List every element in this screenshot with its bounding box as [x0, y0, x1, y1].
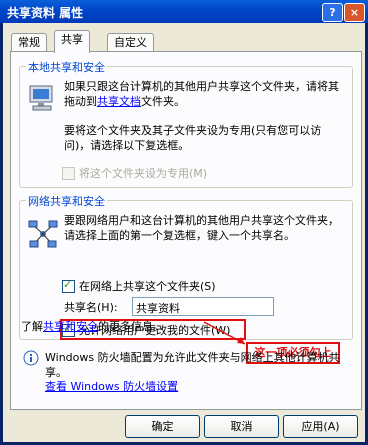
- info-icon: [23, 350, 39, 366]
- private-folder-checkbox[interactable]: [62, 166, 75, 180]
- properties-window: 共享资料 属性 ? × 常规 共享 自定义 本地共享和安全 如果只跟这台计算机的…: [0, 0, 368, 445]
- cancel-button[interactable]: 取消: [204, 415, 279, 438]
- learn-more-prefix: 了解: [21, 320, 43, 333]
- private-folder-option: 将这个文件夹设为专用(M): [62, 165, 207, 181]
- apply-button[interactable]: 应用(A): [283, 415, 358, 438]
- sharing-security-link[interactable]: 共享和安全: [43, 320, 98, 333]
- shared-documents-link[interactable]: 共享文档: [97, 95, 141, 108]
- local-group-title: 本地共享和安全: [26, 59, 107, 75]
- network-info-text: 要跟网络用户和这台计算机的其他用户共享这个文件夹，请选择上面的第一个复选框，键入…: [64, 214, 339, 242]
- title-bar[interactable]: 共享资料 属性 ? ×: [0, 0, 368, 23]
- local-info-end: 文件夹。: [141, 95, 185, 108]
- local-info-text: 如果只跟这台计算机的其他用户共享这个文件夹，请将其拖动到共享文档文件夹。: [64, 79, 346, 109]
- firewall-settings-link[interactable]: 查看 Windows 防火墙设置: [45, 378, 178, 394]
- dialog-client: 常规 共享 自定义 本地共享和安全 如果只跟这台计算机的其他用户共享这个文件夹，…: [3, 23, 365, 442]
- computer-icon: [29, 85, 53, 111]
- share-name-value: 共享资料: [136, 302, 180, 315]
- private-folder-label: 将这个文件夹设为专用(M): [79, 167, 208, 180]
- tab-customize[interactable]: 自定义: [107, 33, 154, 52]
- share-on-network-label: 在网络上共享这个文件夹(S): [79, 280, 216, 293]
- share-name-input[interactable]: 共享资料: [132, 297, 274, 316]
- private-info-text: 要将这个文件夹及其子文件夹设为专用(只有您可以访问)，请选择以下复选框。: [64, 124, 322, 152]
- tab-sharing[interactable]: 共享: [54, 30, 90, 53]
- network-group-title: 网络共享和安全: [26, 193, 107, 209]
- local-sharing-group: 本地共享和安全 如果只跟这台计算机的其他用户共享这个文件夹，请将其拖动到共享文档…: [19, 59, 353, 188]
- window-title: 共享资料 属性: [7, 6, 84, 20]
- annotation-arrow: [203, 321, 246, 345]
- share-name-label: 共享名(H):: [64, 301, 118, 314]
- ok-button[interactable]: 确定: [125, 415, 200, 438]
- sharing-tab-pane: 本地共享和安全 如果只跟这台计算机的其他用户共享这个文件夹，请将其拖动到共享文档…: [10, 51, 362, 410]
- share-on-network-checkbox[interactable]: [62, 278, 75, 293]
- share-on-network-option: 在网络上共享这个文件夹(S): [62, 278, 216, 294]
- firewall-info-text: Windows 防火墙配置为允许此文件夹与网络上其他计算机共享。: [45, 351, 340, 379]
- tab-general[interactable]: 常规: [11, 33, 47, 52]
- learn-more-suffix: 的更多信息。: [98, 320, 164, 333]
- help-button[interactable]: ?: [322, 3, 343, 22]
- close-button[interactable]: ×: [344, 3, 365, 22]
- learn-more-text: 了解共享和安全的更多信息。: [21, 318, 164, 334]
- network-icon: [28, 220, 58, 248]
